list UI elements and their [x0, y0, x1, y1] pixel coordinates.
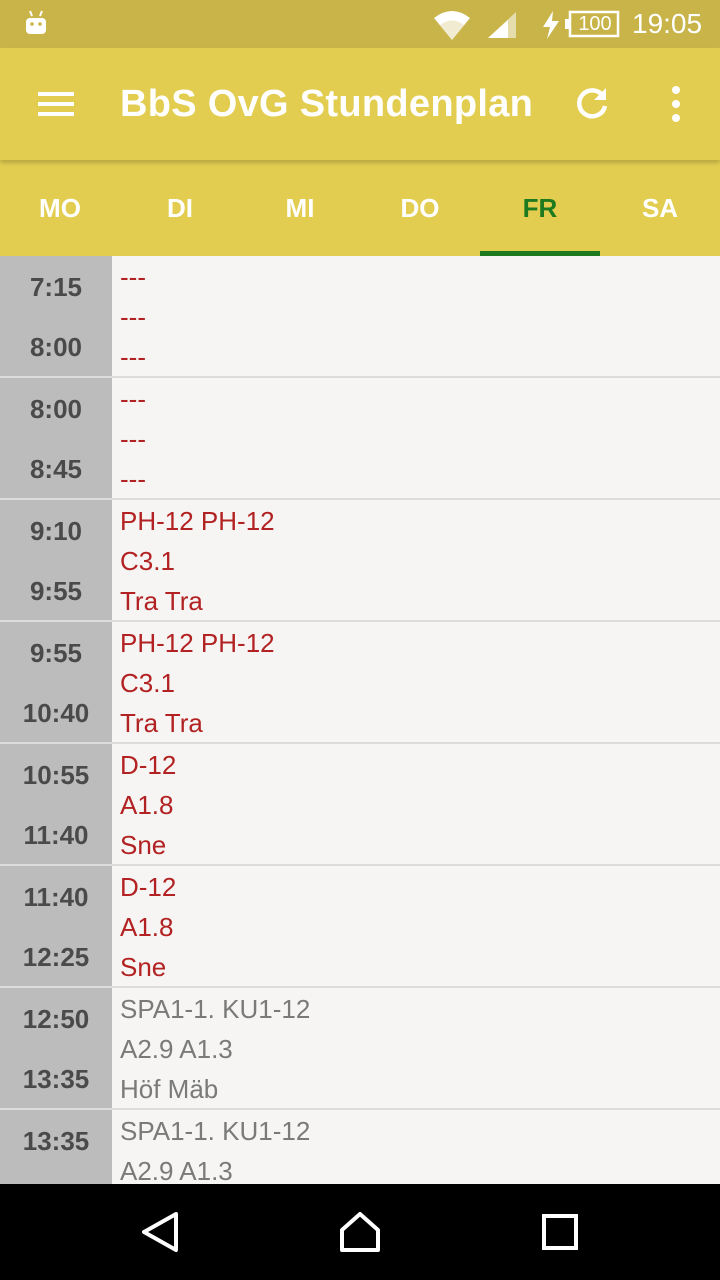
lesson-teacher: --- [120, 464, 146, 494]
lesson-row[interactable]: 10:55 11:40 D-12 A1.8 Sne [0, 744, 720, 866]
lesson-subject: --- [120, 384, 146, 414]
end-time: 13:35 [22, 1064, 90, 1094]
lesson-entry: SPA1-1. KU1-12 A2.9 A1.3 [120, 1110, 710, 1184]
home-icon[interactable] [336, 1208, 384, 1256]
lesson-subject: D-12 [120, 872, 177, 902]
time-cell: 7:15 8:00 [0, 256, 112, 376]
lesson-room: A2.9 A1.3 [120, 1156, 233, 1184]
end-time: 10:40 [22, 698, 90, 728]
lesson-row[interactable]: 8:00 8:45 --- --- --- [0, 378, 720, 500]
end-time: 8:45 [29, 454, 83, 484]
start-time: 8:00 [29, 394, 83, 424]
lesson-row[interactable]: 7:15 8:00 --- --- --- [0, 256, 720, 378]
lesson-entry: D-12 A1.8 Sne [120, 866, 710, 986]
lesson-entry: D-12 A1.8 Sne [120, 744, 710, 864]
lesson-room: --- [120, 302, 146, 332]
wifi-icon [434, 11, 470, 40]
start-time: 9:10 [29, 516, 83, 546]
time-cell: 13:35 [0, 1110, 112, 1184]
lesson-room: --- [120, 424, 146, 454]
time-cell: 8:00 8:45 [0, 378, 112, 498]
battery-level: 100 [578, 13, 612, 35]
overflow-menu-icon[interactable] [660, 82, 692, 126]
clock: 19:05 [632, 8, 703, 39]
lesson-subject: D-12 [120, 750, 177, 780]
lesson-subject: PH-12 PH-12 [120, 506, 275, 536]
tab-mo[interactable]: MO [0, 160, 120, 256]
lesson-subject: PH-12 PH-12 [120, 628, 275, 658]
tab-do[interactable]: DO [360, 160, 480, 256]
lesson-entry: PH-12 PH-12 C3.1 Tra Tra [120, 500, 710, 620]
time-cell: 12:50 13:35 [0, 988, 112, 1108]
start-time: 9:55 [29, 638, 83, 668]
lesson-entry: SPA1-1. KU1-12 A2.9 A1.3 Höf Mäb [120, 988, 710, 1108]
end-time: 8:00 [29, 332, 83, 362]
status-bar: 100 19:05 [0, 0, 720, 48]
lesson-teacher: Sne [120, 952, 167, 982]
lesson-subject: SPA1-1. KU1-12 [120, 1116, 311, 1146]
charging-icon [543, 11, 559, 39]
start-time: 13:35 [22, 1126, 90, 1156]
lesson-entry: --- --- --- [120, 378, 710, 498]
start-time: 12:50 [22, 1004, 90, 1034]
tab-fr[interactable]: FR [480, 160, 600, 256]
start-time: 11:40 [23, 882, 89, 912]
time-cell: 10:55 11:40 [0, 744, 112, 864]
time-cell: 9:10 9:55 [0, 500, 112, 620]
tab-sa[interactable]: SA [600, 160, 720, 256]
page-title: BbS OvG Stundenplan [120, 83, 534, 125]
lesson-teacher: Tra Tra [120, 586, 203, 616]
lesson-room: C3.1 [120, 668, 175, 698]
start-time: 10:55 [22, 760, 90, 790]
lesson-room: C3.1 [120, 546, 175, 576]
start-time: 7:15 [29, 272, 83, 302]
back-icon[interactable] [136, 1208, 184, 1256]
lesson-teacher: --- [120, 342, 146, 372]
time-cell: 11:40 12:25 [0, 866, 112, 986]
lesson-room: A1.8 [120, 790, 174, 820]
app-bar: BbS OvG Stundenplan [0, 48, 720, 160]
lesson-teacher: Tra Tra [120, 708, 203, 738]
lesson-row[interactable]: 9:55 10:40 PH-12 PH-12 C3.1 Tra Tra [0, 622, 720, 744]
signal-icon [488, 12, 516, 38]
lesson-room: A1.8 [120, 912, 174, 942]
refresh-icon[interactable] [570, 82, 614, 126]
lesson-subject: SPA1-1. KU1-12 [120, 994, 311, 1024]
navigation-bar [0, 1184, 720, 1280]
end-time: 11:40 [23, 820, 89, 850]
end-time: 9:55 [29, 576, 83, 606]
tab-mi[interactable]: MI [240, 160, 360, 256]
lesson-row[interactable]: 12:50 13:35 SPA1-1. KU1-12 A2.9 A1.3 Höf… [0, 988, 720, 1110]
lesson-teacher: Sne [120, 830, 167, 860]
lesson-row[interactable]: 11:40 12:25 D-12 A1.8 Sne [0, 866, 720, 988]
menu-icon[interactable] [34, 84, 78, 124]
time-cell: 9:55 10:40 [0, 622, 112, 742]
lesson-room: A2.9 A1.3 [120, 1034, 233, 1064]
lesson-row[interactable]: 9:10 9:55 PH-12 PH-12 C3.1 Tra Tra [0, 500, 720, 622]
android-icon [26, 10, 46, 34]
lesson-entry: --- --- --- [120, 256, 710, 376]
lesson-teacher: Höf Mäb [120, 1074, 219, 1104]
lesson-subject: --- [120, 262, 146, 292]
recents-icon[interactable] [536, 1208, 584, 1256]
lesson-row[interactable]: 13:35 SPA1-1. KU1-12 A2.9 A1.3 [0, 1110, 720, 1184]
end-time: 12:25 [22, 942, 90, 972]
tab-di[interactable]: DI [120, 160, 240, 256]
schedule-list[interactable]: 7:15 8:00 --- --- --- 8:00 8:45 --- --- … [0, 256, 720, 1184]
lesson-entry: PH-12 PH-12 C3.1 Tra Tra [120, 622, 710, 742]
day-tabs: MO DI MI DO FR SA [0, 160, 720, 256]
